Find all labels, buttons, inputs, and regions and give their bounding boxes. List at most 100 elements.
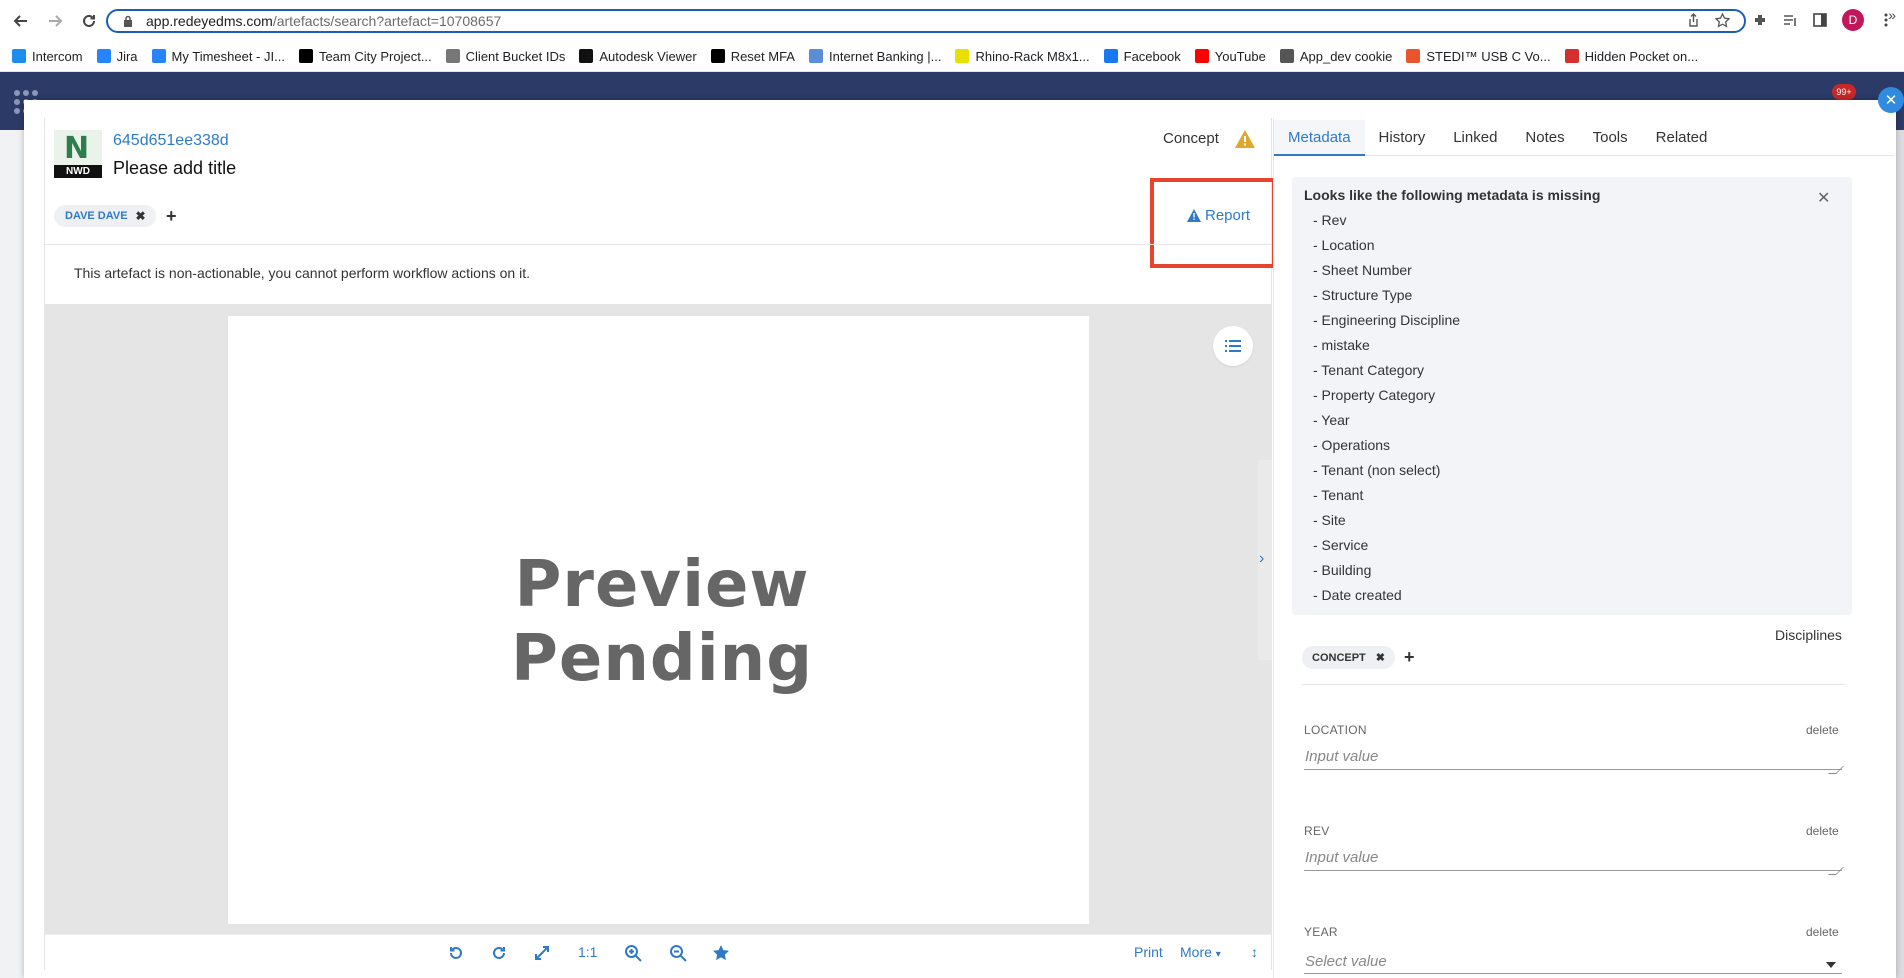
address-bar[interactable]: app.redeyedms.com/artefacts/search?artef… — [106, 9, 1746, 33]
bookmarks-overflow-icon[interactable]: » — [1888, 7, 1896, 23]
bookmark-item[interactable]: YouTube — [1194, 48, 1266, 64]
list-item: - Year — [1313, 412, 1350, 428]
print-button[interactable]: Print — [1134, 944, 1163, 960]
bookmark-favicon-icon — [1406, 49, 1421, 63]
warning-icon[interactable] — [1234, 129, 1256, 149]
rotate-left-icon[interactable] — [447, 944, 465, 965]
bookmark-item[interactable]: Autodesk Viewer — [579, 48, 697, 64]
bookmark-item[interactable]: Reset MFA — [710, 48, 795, 64]
zoom-out-icon[interactable] — [669, 944, 687, 965]
side-panel-icon[interactable] — [1812, 12, 1828, 28]
location-delete-link[interactable]: delete — [1806, 723, 1839, 737]
discipline-chip[interactable]: CONCEPT ✖ — [1302, 646, 1395, 669]
bookmark-favicon-icon — [808, 49, 823, 63]
bookmark-label: My Timesheet - JI... — [171, 48, 285, 64]
caret-down-icon[interactable] — [1826, 962, 1836, 968]
star-bookmark-icon[interactable] — [1715, 13, 1730, 28]
zoom-ratio-button[interactable]: 1:1 — [578, 944, 597, 960]
non-actionable-notice: This artefact is non-actionable, you can… — [74, 265, 530, 281]
list-toggle-button[interactable] — [1213, 326, 1253, 366]
location-input[interactable] — [1304, 744, 1842, 770]
list-item: - Operations — [1313, 437, 1391, 453]
list-item: - Rev — [1313, 212, 1347, 228]
bookmark-item[interactable]: Hidden Pocket on... — [1564, 48, 1699, 64]
list-item: - Sheet Number — [1313, 262, 1412, 278]
more-label: More — [1180, 944, 1212, 960]
bookmark-label: YouTube — [1214, 48, 1266, 64]
remove-tag-icon[interactable]: ✖ — [136, 209, 146, 223]
tab-notes[interactable]: Notes — [1511, 120, 1578, 156]
bookmark-favicon-icon — [1279, 49, 1294, 63]
bookmark-label: Hidden Pocket on... — [1584, 48, 1699, 64]
bookmark-favicon-icon — [1564, 49, 1579, 63]
reload-icon[interactable] — [76, 8, 102, 34]
add-tag-icon[interactable]: + — [166, 206, 177, 227]
profile-avatar[interactable]: D — [1842, 9, 1864, 31]
list-item: - Service — [1313, 537, 1369, 553]
close-icon[interactable]: ✕ — [1878, 87, 1904, 113]
divider — [44, 244, 1272, 245]
bookmark-item[interactable]: Internet Banking |... — [808, 49, 941, 64]
chevron-right-icon[interactable]: › — [1259, 550, 1264, 568]
bookmark-favicon-icon — [12, 49, 26, 63]
remove-discipline-icon[interactable]: ✖ — [1376, 651, 1385, 664]
add-discipline-icon[interactable]: + — [1404, 647, 1415, 668]
bookmark-label: STEDI™ USB C Vo... — [1426, 48, 1551, 64]
artefact-title[interactable]: Please add title — [113, 158, 236, 179]
list-item: - mistake — [1313, 337, 1370, 353]
url-text: app.redeyedms.com/artefacts/search?artef… — [146, 13, 501, 29]
list-item: - Tenant — [1313, 487, 1364, 503]
file-icon-letter: N — [64, 131, 90, 166]
rotate-right-icon[interactable] — [490, 944, 508, 965]
vertical-resize-icon[interactable]: ↕ — [1251, 944, 1258, 960]
report-button[interactable]: Report — [1187, 207, 1250, 224]
tab-linked[interactable]: Linked — [1439, 120, 1511, 156]
preview-line-1: Preview — [514, 548, 810, 622]
browser-toolbar: app.redeyedms.com/artefacts/search?artef… — [0, 0, 1904, 41]
discipline-chip-label: CONCEPT — [1312, 651, 1366, 664]
share-icon[interactable] — [1686, 13, 1701, 28]
extensions-icon[interactable] — [1752, 12, 1768, 28]
tab-history[interactable]: History — [1365, 120, 1440, 156]
missing-metadata-title: Looks like the following metadata is mis… — [1304, 187, 1601, 203]
year-select[interactable] — [1304, 950, 1842, 974]
bookmark-label: Autodesk Viewer — [599, 48, 697, 64]
list-item: - Location — [1313, 237, 1375, 253]
bookmark-item[interactable]: Jira — [96, 49, 138, 64]
bookmark-item[interactable]: STEDI™ USB C Vo... — [1406, 48, 1551, 64]
tab-related[interactable]: Related — [1642, 120, 1722, 156]
list-item: - Date created — [1313, 587, 1402, 603]
list-item: - Site — [1313, 512, 1346, 528]
star-icon[interactable] — [712, 944, 730, 965]
bookmark-item[interactable]: Intercom — [12, 49, 83, 64]
tab-metadata[interactable]: Metadata — [1274, 120, 1365, 156]
rev-delete-link[interactable]: delete — [1806, 824, 1839, 838]
bookmark-item[interactable]: My Timesheet - JI... — [151, 48, 285, 64]
forward-icon[interactable] — [42, 8, 68, 34]
report-label: Report — [1205, 207, 1251, 224]
more-dropdown[interactable]: More ▾ — [1180, 944, 1221, 960]
bookmark-item[interactable]: Facebook — [1103, 49, 1181, 64]
details-tabs: Metadata History Linked Notes Tools Rela… — [1274, 120, 1894, 156]
bookmarks-bar: Intercom Jira My Timesheet - JI... Team Cit… — [0, 41, 1904, 72]
bookmark-label: Reset MFA — [730, 48, 795, 64]
year-delete-link[interactable]: delete — [1806, 925, 1839, 939]
caret-down-icon: ▾ — [1215, 949, 1221, 960]
reading-list-icon[interactable] — [1782, 12, 1798, 28]
rev-input[interactable] — [1304, 845, 1842, 871]
artefact-id-link[interactable]: 645d651ee338d — [113, 132, 229, 150]
bookmark-favicon-icon — [955, 49, 970, 63]
zoom-in-icon[interactable] — [624, 944, 642, 965]
tag-chip[interactable]: DAVE DAVE ✖ — [54, 205, 156, 227]
fullscreen-icon[interactable] — [533, 944, 551, 965]
bookmark-item[interactable]: App_dev cookie — [1279, 49, 1392, 64]
bookmark-favicon-icon — [298, 49, 313, 63]
tab-tools[interactable]: Tools — [1579, 120, 1642, 156]
bookmark-item[interactable]: Rhino-Rack M8x1... — [955, 49, 1090, 64]
back-icon[interactable] — [8, 8, 34, 34]
notification-badge[interactable]: 99+ — [1832, 84, 1856, 100]
dismiss-alert-icon[interactable]: ✕ — [1817, 188, 1830, 208]
bookmark-item[interactable]: Client Bucket IDs — [445, 49, 565, 64]
report-warning-icon — [1187, 209, 1201, 222]
bookmark-item[interactable]: Team City Project... — [298, 49, 432, 64]
